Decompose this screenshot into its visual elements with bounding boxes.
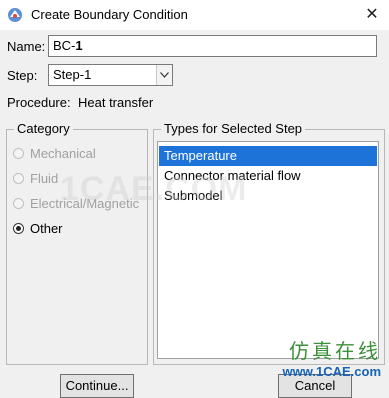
procedure-label: Procedure: bbox=[7, 95, 71, 110]
category-group bbox=[6, 129, 148, 365]
category-option-label: Mechanical bbox=[30, 145, 96, 161]
title-bar: Create Boundary Condition ✕ bbox=[0, 0, 389, 30]
category-option-electrical-magnetic[interactable]: Electrical/Magnetic bbox=[13, 194, 139, 212]
category-title: Category bbox=[14, 121, 73, 136]
window-title: Create Boundary Condition bbox=[31, 7, 188, 22]
radio-other[interactable] bbox=[13, 222, 24, 234]
name-field[interactable]: BC-1 bbox=[48, 35, 377, 57]
types-listbox[interactable]: Temperature Connector material flow Subm… bbox=[157, 141, 379, 359]
types-title: Types for Selected Step bbox=[161, 121, 306, 136]
list-item-connector-material-flow[interactable]: Connector material flow bbox=[159, 166, 377, 186]
abaqus-app-icon bbox=[7, 7, 23, 23]
step-select[interactable]: Step-1 bbox=[48, 64, 173, 86]
radio-fluid[interactable] bbox=[13, 172, 24, 184]
step-select-value: Step-1 bbox=[53, 67, 92, 82]
category-option-other[interactable]: Other bbox=[13, 219, 63, 237]
category-option-label: Electrical/Magnetic bbox=[30, 195, 140, 211]
name-value-prefix: BC- bbox=[53, 38, 76, 53]
cancel-button[interactable]: Cancel bbox=[278, 374, 352, 398]
list-item-submodel[interactable]: Submodel bbox=[159, 186, 377, 206]
category-option-fluid[interactable]: Fluid bbox=[13, 169, 58, 187]
category-option-mechanical[interactable]: Mechanical bbox=[13, 144, 96, 162]
list-item-temperature[interactable]: Temperature bbox=[159, 146, 377, 166]
procedure-value: Heat transfer bbox=[78, 95, 154, 110]
category-option-label: Other bbox=[30, 220, 63, 236]
step-label: Step: bbox=[7, 68, 38, 83]
name-label: Name: bbox=[7, 39, 46, 54]
radio-mechanical[interactable] bbox=[13, 147, 24, 159]
chevron-down-icon[interactable] bbox=[156, 65, 172, 85]
continue-button[interactable]: Continue... bbox=[60, 374, 134, 398]
radio-electrical-magnetic[interactable] bbox=[13, 197, 24, 209]
close-icon[interactable]: ✕ bbox=[361, 4, 383, 26]
name-value-suffix: 1 bbox=[75, 38, 83, 53]
category-option-label: Fluid bbox=[30, 170, 59, 186]
